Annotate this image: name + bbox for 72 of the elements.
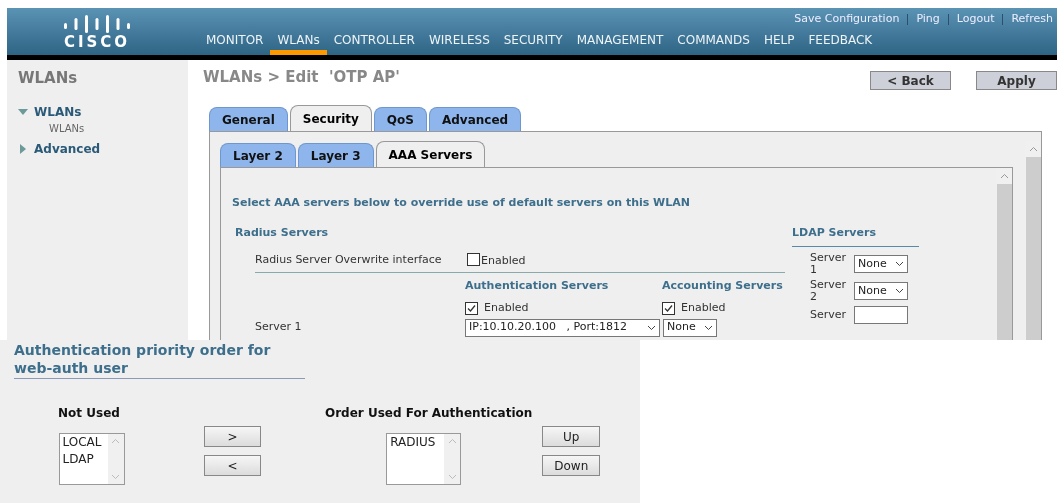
column-heading: Authentication Servers (465, 277, 610, 294)
button[interactable]: > (204, 426, 261, 447)
field-label: Server 1 (810, 252, 846, 276)
tab[interactable]: QoS (373, 107, 427, 131)
nav-tab[interactable]: MONITOR (199, 30, 271, 55)
scroll-up-icon (1028, 146, 1038, 152)
checkbox[interactable] (662, 301, 675, 315)
button[interactable]: < (204, 455, 261, 476)
server-select[interactable]: None (854, 255, 908, 273)
nav-tab[interactable]: CONTROLLER (326, 30, 422, 55)
checkbox[interactable] (467, 253, 480, 267)
nav-tab[interactable]: SECURITY (496, 30, 570, 55)
nav-tab[interactable]: COMMANDS (670, 30, 757, 55)
scrollbar[interactable] (444, 434, 461, 484)
tab[interactable]: Advanced (428, 107, 522, 131)
field-label: Server 2 (810, 279, 846, 303)
sidebar-subitem[interactable]: WLANs (49, 120, 188, 136)
intro-text: Select AAA servers below to override use of default servers on this WLAN (232, 195, 691, 211)
chevron-down-icon (647, 324, 656, 331)
tab[interactable]: Security (289, 105, 372, 131)
checkbox-label: Enabled (484, 300, 529, 316)
nav-tab[interactable]: HELP (756, 30, 802, 55)
tab[interactable]: Layer 3 (297, 143, 374, 167)
scroll-up-icon (999, 173, 1009, 179)
button[interactable]: Up (542, 426, 601, 447)
sidebar-item[interactable]: Advanced (34, 139, 101, 158)
list-item[interactable]: LDAP (62, 451, 108, 468)
nav-tab[interactable]: WIRELESS (421, 30, 497, 55)
sidebar-title: WLANs (18, 68, 79, 89)
server-select[interactable]: None (663, 318, 717, 337)
column-heading: Accounting Servers (662, 277, 783, 294)
chevron-down-icon (895, 261, 904, 267)
tab[interactable]: General (209, 107, 288, 131)
section-heading: LDAP Servers (792, 224, 919, 247)
logo-bars-icon (62, 13, 132, 34)
checkbox[interactable] (465, 301, 478, 315)
tab[interactable]: Layer 2 (220, 143, 296, 167)
scrollbar[interactable] (107, 434, 124, 484)
sidebar-item[interactable]: WLANs (34, 102, 82, 121)
chevron-down-icon (895, 288, 904, 294)
section-heading: Radius Servers (235, 224, 330, 241)
field-label: Server 1 (255, 319, 303, 336)
chevron-down-icon (704, 324, 713, 331)
field-label: Radius Server Overwrite interface (255, 251, 443, 268)
checkbox-label: Enabled (481, 253, 526, 269)
triangle-down-icon[interactable] (18, 106, 28, 117)
server-select[interactable]: IP:10.10.20.100 , Port:1812 (465, 318, 660, 337)
logo-text: CISCO (63, 33, 131, 50)
button[interactable]: < Back (870, 70, 951, 90)
field-label: Server (810, 309, 846, 321)
button[interactable]: Down (542, 455, 601, 476)
page-title: WLANs > Edit 'OTP AP' (203, 66, 401, 88)
nav-tab[interactable]: MANAGEMENT (569, 30, 671, 55)
triangle-right-icon[interactable] (18, 143, 28, 154)
button[interactable]: Apply (976, 70, 1057, 90)
list-item[interactable]: RADIUS (390, 434, 445, 451)
scroll-up-icon[interactable] (447, 438, 457, 444)
server-select[interactable]: None (854, 282, 908, 300)
nav-tab[interactable]: FEEDBACK (801, 30, 880, 55)
list-box[interactable]: RADIUS (386, 433, 462, 485)
list-item[interactable]: LOCAL (62, 434, 108, 451)
header-link[interactable]: Logout (956, 10, 995, 28)
server-select[interactable] (854, 306, 908, 324)
list-heading: Order Used For Authentication (325, 405, 533, 422)
scroll-down-icon[interactable] (111, 474, 120, 480)
list-heading: Not Used (58, 405, 120, 422)
scroll-down-icon[interactable] (447, 474, 457, 480)
list-box[interactable]: LOCAL LDAP (58, 433, 125, 485)
scroll-up-icon[interactable] (111, 438, 120, 444)
checkbox-label: Enabled (681, 300, 726, 316)
tab[interactable]: AAA Servers (375, 141, 486, 167)
panel-heading: Authentication priority order for web-auth user (14, 341, 305, 379)
